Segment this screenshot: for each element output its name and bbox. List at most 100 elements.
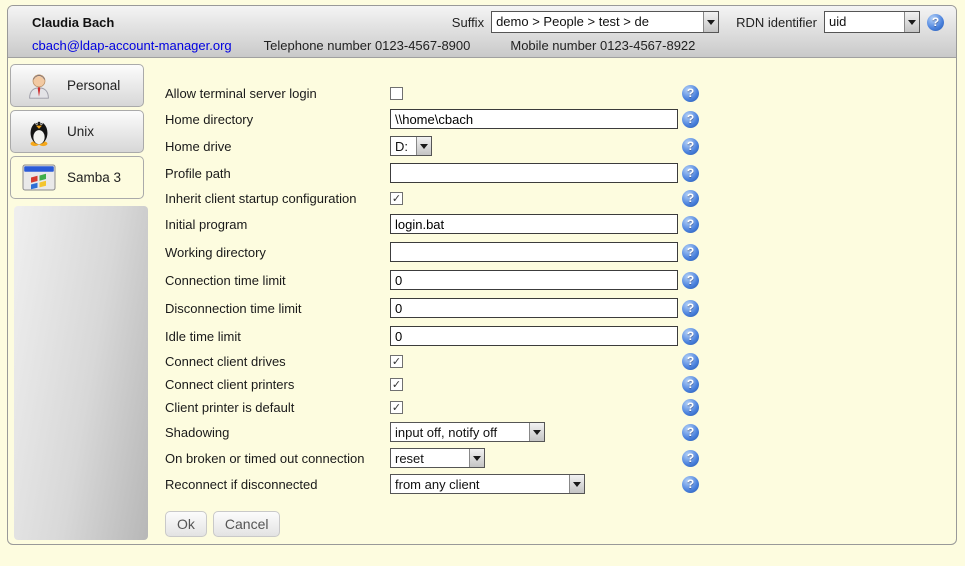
help-icon[interactable]: ? xyxy=(927,14,944,31)
help-icon[interactable]: ? xyxy=(682,376,699,393)
chevron-down-icon[interactable] xyxy=(904,12,919,32)
ok-button[interactable]: Ok xyxy=(165,511,207,537)
tab-label: Personal xyxy=(67,78,120,93)
tux-icon xyxy=(22,116,56,148)
suffix-label: Suffix xyxy=(452,15,484,30)
idle-time-limit-input[interactable] xyxy=(390,326,678,346)
form-row-idle-time-limit: Idle time limit? xyxy=(165,322,725,350)
suffix-select-value: demo > People > test > de xyxy=(492,12,703,32)
help-icon[interactable]: ? xyxy=(682,244,699,261)
form-row-connect-client-drives: Connect client drives✓? xyxy=(165,350,725,373)
help-icon[interactable]: ? xyxy=(682,216,699,233)
help-icon[interactable]: ? xyxy=(682,399,699,416)
initial-program-label: Initial program xyxy=(165,217,390,232)
help-icon[interactable]: ? xyxy=(682,111,699,128)
form-row-reconnect-if-disconnected: Reconnect if disconnectedfrom any client… xyxy=(165,471,725,497)
form-row-allow-terminal-server-login: Allow terminal server login? xyxy=(165,82,725,105)
form-row-client-printer-is-default: Client printer is default✓? xyxy=(165,396,725,419)
shadowing-label: Shadowing xyxy=(165,425,390,440)
help-icon[interactable]: ? xyxy=(682,300,699,317)
working-directory-control xyxy=(390,242,682,262)
connection-time-limit-control xyxy=(390,270,682,290)
home-drive-label: Home drive xyxy=(165,139,390,154)
home-drive-select-value: D: xyxy=(391,137,416,155)
help-icon[interactable]: ? xyxy=(682,328,699,345)
disconnection-time-limit-input[interactable] xyxy=(390,298,678,318)
help-icon[interactable]: ? xyxy=(682,138,699,155)
user-icon xyxy=(22,70,56,102)
help-icon[interactable]: ? xyxy=(682,450,699,467)
profile-path-control xyxy=(390,163,682,183)
tab-label: Samba 3 xyxy=(67,170,121,185)
initial-program-control xyxy=(390,214,682,234)
shadowing-select-value: input off, notify off xyxy=(391,423,529,441)
samba3-form: Allow terminal server login? Home directo… xyxy=(165,82,725,537)
help-icon[interactable]: ? xyxy=(682,190,699,207)
rdn-identifier-select[interactable]: uid xyxy=(824,11,920,33)
client-printer-is-default-label: Client printer is default xyxy=(165,400,390,415)
tab-samba3[interactable]: Samba 3 xyxy=(10,156,144,199)
reconnect-if-disconnected-select-value: from any client xyxy=(391,475,569,493)
form-row-working-directory: Working directory? xyxy=(165,238,725,266)
chevron-down-icon[interactable] xyxy=(416,137,431,155)
idle-time-limit-control xyxy=(390,326,682,346)
account-header: Claudia Bach Suffix demo > People > test… xyxy=(8,6,956,58)
home-directory-control xyxy=(390,109,682,129)
connection-time-limit-input[interactable] xyxy=(390,270,678,290)
form-row-inherit-client-startup-configuration: Inherit client startup configuration✓? xyxy=(165,187,725,210)
chevron-down-icon[interactable] xyxy=(703,12,718,32)
sidebar-filler xyxy=(14,206,148,540)
help-icon[interactable]: ? xyxy=(682,85,699,102)
telephone-number: Telephone number 0123-4567-8900 xyxy=(264,38,471,53)
tab-unix[interactable]: Unix xyxy=(10,110,144,153)
tab-personal[interactable]: Personal xyxy=(10,64,144,107)
reconnect-if-disconnected-control: from any client xyxy=(390,474,682,494)
client-printer-is-default-checkbox[interactable]: ✓ xyxy=(390,401,403,414)
help-icon[interactable]: ? xyxy=(682,353,699,370)
connect-client-printers-checkbox[interactable]: ✓ xyxy=(390,378,403,391)
windows-icon xyxy=(22,162,56,194)
working-directory-label: Working directory xyxy=(165,245,390,260)
help-icon[interactable]: ? xyxy=(682,424,699,441)
inherit-client-startup-configuration-label: Inherit client startup configuration xyxy=(165,191,390,206)
email-link[interactable]: cbach@ldap-account-manager.org xyxy=(32,38,232,53)
inherit-client-startup-configuration-checkbox[interactable]: ✓ xyxy=(390,192,403,205)
working-directory-input[interactable] xyxy=(390,242,678,262)
on-broken-or-timed-out-connection-select-value: reset xyxy=(391,449,469,467)
connect-client-drives-checkbox[interactable]: ✓ xyxy=(390,355,403,368)
reconnect-if-disconnected-label: Reconnect if disconnected xyxy=(165,477,390,492)
allow-terminal-server-login-control xyxy=(390,87,682,100)
cancel-button[interactable]: Cancel xyxy=(213,511,281,537)
home-directory-input[interactable] xyxy=(390,109,678,129)
header-row-2: cbach@ldap-account-manager.org Telephone… xyxy=(32,34,944,56)
idle-time-limit-label: Idle time limit xyxy=(165,329,390,344)
help-icon[interactable]: ? xyxy=(682,476,699,493)
client-printer-is-default-control: ✓ xyxy=(390,401,682,414)
help-icon[interactable]: ? xyxy=(682,165,699,182)
chevron-down-icon[interactable] xyxy=(469,449,484,467)
module-tabs-sidebar: Personal Unix xyxy=(10,64,148,202)
rdn-identifier-label: RDN identifier xyxy=(736,15,817,30)
initial-program-input[interactable] xyxy=(390,214,678,234)
connect-client-printers-label: Connect client printers xyxy=(165,377,390,392)
home-drive-control: D: xyxy=(390,136,682,156)
account-name: Claudia Bach xyxy=(32,15,114,30)
on-broken-or-timed-out-connection-control: reset xyxy=(390,448,682,468)
disconnection-time-limit-label: Disconnection time limit xyxy=(165,301,390,316)
form-row-on-broken-or-timed-out-connection: On broken or timed out connectionreset? xyxy=(165,445,725,471)
reconnect-if-disconnected-select[interactable]: from any client xyxy=(390,474,585,494)
home-directory-label: Home directory xyxy=(165,112,390,127)
on-broken-or-timed-out-connection-select[interactable]: reset xyxy=(390,448,485,468)
home-drive-select[interactable]: D: xyxy=(390,136,432,156)
profile-path-input[interactable] xyxy=(390,163,678,183)
help-icon[interactable]: ? xyxy=(682,272,699,289)
form-row-shadowing: Shadowinginput off, notify off? xyxy=(165,419,725,445)
chevron-down-icon[interactable] xyxy=(569,475,584,493)
suffix-select[interactable]: demo > People > test > de xyxy=(491,11,719,33)
mobile-number: Mobile number 0123-4567-8922 xyxy=(510,38,695,53)
shadowing-select[interactable]: input off, notify off xyxy=(390,422,545,442)
chevron-down-icon[interactable] xyxy=(529,423,544,441)
form-row-home-drive: Home driveD:? xyxy=(165,133,725,159)
allow-terminal-server-login-checkbox[interactable] xyxy=(390,87,403,100)
tab-label: Unix xyxy=(67,124,94,139)
